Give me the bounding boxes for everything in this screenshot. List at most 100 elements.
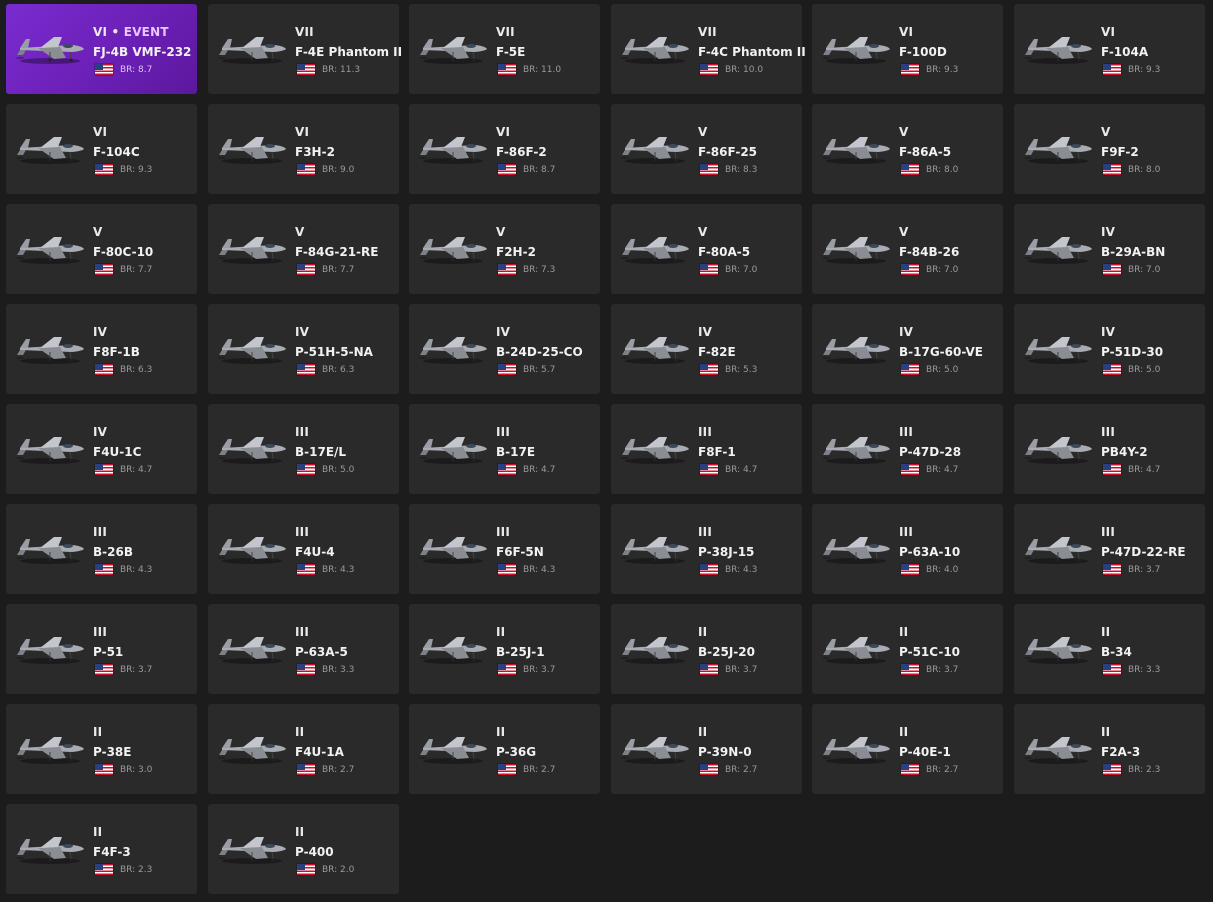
vehicle-card[interactable]: VI F-86F-2 BR: 8.7 [409,104,600,194]
vehicle-card[interactable]: III P-51 BR: 3.7 [6,604,197,694]
battle-rating: BR: 11.0 [523,64,562,75]
event-tag: • EVENT [107,25,169,39]
vehicle-card[interactable]: II P-400 BR: 2.0 [208,804,399,894]
vehicle-card[interactable]: II P-51C-10 BR: 3.7 [812,604,1003,694]
vehicle-card[interactable]: III F8F-1 BR: 4.7 [611,404,802,494]
vehicle-rank: VII [295,25,314,39]
usa-flag-icon [297,364,315,375]
vehicle-card[interactable]: II P-38E BR: 3.0 [6,704,197,794]
br-row: BR: 7.7 [297,263,354,276]
rank-numeral: III [1101,425,1115,439]
vehicle-card[interactable]: VII F-5E BR: 11.0 [409,4,600,94]
vehicle-card[interactable]: II B-34 BR: 3.3 [1014,604,1205,694]
vehicle-card[interactable]: III P-38J-15 BR: 4.3 [611,504,802,594]
rank-numeral: V [93,225,103,239]
vehicle-card[interactable]: III PB4Y-2 BR: 4.7 [1014,404,1205,494]
vehicle-card[interactable]: IV F4U-1C BR: 4.7 [6,404,197,494]
aircraft-thumbnail-icon [1024,337,1092,364]
battle-rating: BR: 9.3 [926,64,959,75]
battle-rating: BR: 3.7 [120,664,153,675]
usa-flag-icon [901,364,919,375]
rank-numeral: V [698,225,708,239]
vehicle-card[interactable]: II F4F-3 BR: 2.3 [6,804,197,894]
vehicle-card[interactable]: VI • EVENT FJ-4B VMF-232 BR: 8.7 [6,4,197,94]
vehicle-card[interactable]: IV F-82E BR: 5.3 [611,304,802,394]
aircraft-thumbnail-icon [822,737,890,764]
vehicle-card[interactable]: II F4U-1A BR: 2.7 [208,704,399,794]
vehicle-rank: III [93,625,107,639]
vehicle-card[interactable]: VII F-4C Phantom II BR: 10.0 [611,4,806,94]
usa-flag-icon [498,664,516,675]
vehicle-card[interactable]: V F2H-2 BR: 7.3 [409,204,600,294]
vehicle-card[interactable]: III F4U-4 BR: 4.3 [208,504,399,594]
vehicle-card[interactable]: III P-47D-22-RE BR: 3.7 [1014,504,1205,594]
vehicle-card[interactable]: V F-84B-26 BR: 7.0 [812,204,1003,294]
vehicle-card[interactable]: II F2A-3 BR: 2.3 [1014,704,1205,794]
vehicle-card[interactable]: V F-80A-5 BR: 7.0 [611,204,802,294]
battle-rating: BR: 2.3 [1128,764,1161,775]
rank-numeral: IV [93,325,108,339]
vehicle-card[interactable]: VI F-104A BR: 9.3 [1014,4,1205,94]
vehicle-card[interactable]: IV B-24D-25-CO BR: 5.7 [409,304,600,394]
vehicle-card[interactable]: VII F-4E Phantom II BR: 11.3 [208,4,402,94]
vehicle-name: F4U-1C [93,445,142,459]
rank-numeral: VII [496,25,515,39]
vehicle-card[interactable]: VI F3H-2 BR: 9.0 [208,104,399,194]
battle-rating: BR: 11.3 [322,64,361,75]
vehicle-name: F4U-4 [295,545,335,559]
vehicle-card[interactable]: V F-80C-10 BR: 7.7 [6,204,197,294]
aircraft-thumbnail-icon [218,37,286,64]
vehicle-name: P-51D-30 [1101,345,1164,359]
vehicle-card[interactable]: III F6F-5N BR: 4.3 [409,504,600,594]
rank-numeral: III [698,425,712,439]
vehicle-card[interactable]: VI F-100D BR: 9.3 [812,4,1003,94]
aircraft-thumbnail-icon [621,737,689,764]
vehicle-card[interactable]: III B-17E BR: 4.7 [409,404,600,494]
br-row: BR: 9.3 [901,63,958,76]
vehicle-rank: VI [899,25,913,39]
aircraft-thumbnail-icon [419,137,487,164]
vehicle-card[interactable]: III B-26B BR: 4.3 [6,504,197,594]
vehicle-card[interactable]: V F9F-2 BR: 8.0 [1014,104,1205,194]
vehicle-card[interactable]: V F-84G-21-RE BR: 7.7 [208,204,399,294]
aircraft-thumbnail-icon [218,137,286,164]
vehicle-card[interactable]: VI F-104C BR: 9.3 [6,104,197,194]
battle-rating: BR: 8.7 [120,64,153,75]
vehicle-card[interactable]: III B-17E/L BR: 5.0 [208,404,399,494]
vehicle-name: F6F-5N [496,545,544,559]
usa-flag-icon [700,64,718,75]
vehicle-card[interactable]: III P-47D-28 BR: 4.7 [812,404,1003,494]
vehicle-card[interactable]: IV F8F-1B BR: 6.3 [6,304,197,394]
vehicle-card[interactable]: II P-40E-1 BR: 2.7 [812,704,1003,794]
rank-numeral: II [295,825,305,839]
br-row: BR: 4.3 [700,563,757,576]
vehicle-card[interactable]: III P-63A-10 BR: 4.0 [812,504,1003,594]
br-row: BR: 5.0 [1103,363,1160,376]
battle-rating: BR: 3.7 [523,664,556,675]
rank-numeral: III [899,525,913,539]
vehicle-card[interactable]: V F-86F-25 BR: 8.3 [611,104,802,194]
vehicle-card[interactable]: IV P-51H-5-NA BR: 6.3 [208,304,399,394]
vehicle-card[interactable]: IV P-51D-30 BR: 5.0 [1014,304,1205,394]
aircraft-thumbnail-icon [419,637,487,664]
vehicle-card[interactable]: II B-25J-20 BR: 3.7 [611,604,802,694]
br-row: BR: 7.3 [498,263,555,276]
usa-flag-icon [498,64,516,75]
rank-numeral: IV [295,325,310,339]
aircraft-thumbnail-icon [16,437,84,464]
battle-rating: BR: 5.7 [523,364,556,375]
aircraft-thumbnail-icon [419,437,487,464]
usa-flag-icon [901,764,919,775]
battle-rating: BR: 3.0 [120,764,153,775]
vehicle-card[interactable]: II P-39N-0 BR: 2.7 [611,704,802,794]
usa-flag-icon [95,564,113,575]
aircraft-thumbnail-icon [16,637,84,664]
vehicle-card[interactable]: IV B-17G-60-VE BR: 5.0 [812,304,1003,394]
vehicle-card[interactable]: III P-63A-5 BR: 3.3 [208,604,399,694]
vehicle-card[interactable]: II P-36G BR: 2.7 [409,704,600,794]
vehicle-card[interactable]: II B-25J-1 BR: 3.7 [409,604,600,694]
vehicle-card[interactable]: IV B-29A-BN BR: 7.0 [1014,204,1205,294]
br-row: BR: 2.7 [901,763,958,776]
vehicle-card[interactable]: V F-86A-5 BR: 8.0 [812,104,1003,194]
vehicle-rank: III [1101,425,1115,439]
